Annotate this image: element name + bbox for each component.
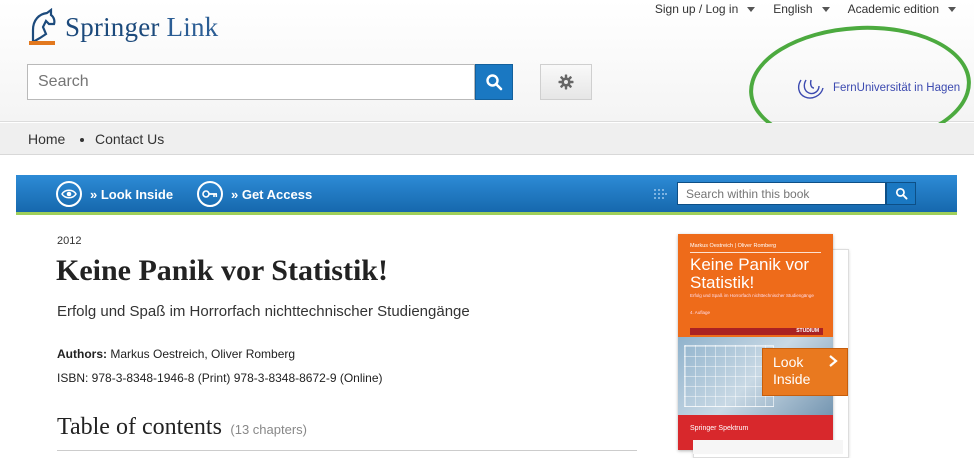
search-button[interactable] [475, 64, 513, 100]
caret-down-icon [948, 6, 956, 12]
search-within-book-input[interactable] [677, 182, 886, 205]
book-authors: Authors: Markus Oestreich, Oliver Romber… [57, 347, 295, 361]
language-label: English [773, 2, 813, 16]
sign-up-login-label: Sign up / Log in [654, 2, 739, 16]
book-isbn: ISBN: 978-3-8348-1946-8 (Print) 978-3-83… [57, 371, 383, 385]
top-nav: Sign up / Log in English Academic editio… [655, 2, 974, 16]
sign-up-login-menu[interactable]: Sign up / Log in [654, 2, 756, 16]
book-cover[interactable]: Markus Oestreich | Oliver Romberg Keine … [678, 234, 833, 450]
caret-down-icon [747, 6, 756, 12]
cover-subtitle: Erfolg und Spaß im Horrorfach nichttechn… [690, 293, 814, 298]
book-action-bar: » Look Inside » Get Access [16, 175, 957, 215]
authors-label: Authors: [57, 347, 107, 361]
book-subtitle: Erfolg und Spaß im Horrorfach nichttechn… [57, 303, 470, 320]
cover-title: Keine Panik vor Statistik! [690, 255, 810, 292]
divider [57, 450, 637, 451]
cover-look-inside-button[interactable]: Look Inside [762, 348, 848, 396]
language-menu[interactable]: English [773, 2, 830, 16]
site-header: Springer Link Sign up / Log in English A… [0, 0, 974, 154]
cover-publisher: Springer Spektrum [690, 425, 749, 432]
caret-down-icon [821, 6, 830, 12]
search-input[interactable] [27, 64, 475, 100]
publication-year: 2012 [57, 235, 82, 247]
institution-name: FernUniversität in Hagen [833, 82, 961, 94]
search-icon [895, 187, 907, 200]
sub-navigation: Home Contact Us [0, 123, 974, 155]
cover-edition: 4. Auflage [690, 310, 711, 315]
toc-title: Table of contents [57, 414, 222, 440]
logo-text: Springer Link [65, 11, 219, 42]
table-of-contents-heading: Table of contents (13 chapters) [57, 414, 307, 441]
look-inside-button[interactable]: » Look Inside [56, 181, 173, 207]
authors-names[interactable]: Markus Oestreich, Oliver Romberg [110, 347, 295, 361]
institution-logo: FernUniversität in Hagen [797, 76, 960, 100]
contact-us-link[interactable]: Contact Us [95, 131, 164, 147]
search-options-button[interactable] [540, 64, 592, 100]
home-link[interactable]: Home [28, 131, 65, 147]
separator-dot [80, 138, 84, 142]
chevron-right-icon [829, 355, 838, 367]
search-icon [486, 74, 503, 91]
get-access-label: » Get Access [231, 186, 313, 202]
gear-icon [558, 74, 574, 90]
springer-horse-icon [29, 8, 56, 45]
toc-chapter-count: (13 chapters) [230, 422, 307, 437]
fernuni-logo-icon [797, 79, 824, 99]
cover-authors: Markus Oestreich | Oliver Romberg [690, 243, 777, 249]
search-within-book-button[interactable] [886, 182, 916, 205]
edition-label: Academic edition [847, 2, 939, 16]
eye-icon [56, 181, 82, 207]
dotted-grid-icon [654, 189, 667, 199]
cover-divider [690, 252, 821, 253]
look-inside-label: » Look Inside [90, 186, 174, 202]
cover-fineprint [693, 440, 843, 454]
cover-look-inside-label: Look Inside [773, 354, 811, 387]
book-title: Keine Panik vor Statistik! [56, 254, 388, 287]
key-icon [197, 181, 223, 207]
cover-badge: STUDIUM [690, 328, 823, 335]
get-access-button[interactable]: » Get Access [197, 181, 312, 207]
edition-menu[interactable]: Academic edition [848, 2, 956, 16]
springer-link-logo[interactable]: Springer Link [27, 8, 218, 46]
